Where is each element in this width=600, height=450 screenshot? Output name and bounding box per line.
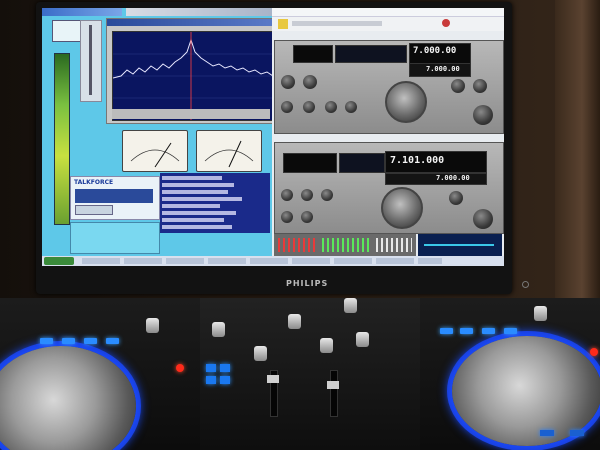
right-deck-button[interactable] bbox=[460, 328, 473, 334]
radio-bottom-main-dial[interactable] bbox=[381, 187, 423, 229]
radio-top-status-lcd bbox=[335, 45, 407, 63]
right-deck-button[interactable] bbox=[440, 328, 453, 334]
radio-top-knob[interactable] bbox=[303, 101, 315, 113]
radio-top-knob[interactable] bbox=[325, 101, 337, 113]
record-button[interactable] bbox=[176, 364, 184, 372]
radio-top: 7.000.00 7.000.00 bbox=[274, 40, 504, 134]
taskbar-items[interactable] bbox=[82, 258, 442, 264]
cue-pad[interactable] bbox=[206, 364, 216, 372]
s-meter-left bbox=[122, 130, 188, 172]
spectrum-titlebar bbox=[107, 19, 275, 26]
radio-top-main-dial[interactable] bbox=[385, 81, 427, 123]
cue-pad[interactable] bbox=[220, 364, 230, 372]
spectrum-controls-row bbox=[112, 109, 270, 119]
mixer-knob[interactable] bbox=[344, 298, 357, 313]
radio-bottom-sub-lcd: 7.000.00 bbox=[385, 173, 487, 185]
volume-slider-panel bbox=[80, 20, 102, 102]
channel-fader[interactable] bbox=[327, 370, 339, 417]
lower-panel bbox=[70, 222, 160, 254]
left-tabs-bar bbox=[126, 8, 272, 16]
level-meter-bar bbox=[54, 53, 70, 225]
left-application-window: TALKFORCE bbox=[42, 8, 276, 266]
radio-bottom-status-lcd bbox=[339, 153, 385, 173]
radio-top-knob[interactable] bbox=[303, 75, 317, 89]
left-jog-wheel[interactable] bbox=[0, 346, 136, 450]
wooden-shelf bbox=[555, 0, 600, 300]
mixer-knob[interactable] bbox=[146, 318, 159, 333]
radio-bottom: 7.101.000 7.000.00 bbox=[274, 142, 504, 234]
cue-pad[interactable] bbox=[220, 376, 230, 384]
right-toolbar bbox=[272, 17, 504, 31]
left-titlebar bbox=[42, 8, 122, 16]
mixer-knob[interactable] bbox=[320, 338, 333, 353]
dj-controller bbox=[0, 298, 600, 450]
radio-bottom-knob[interactable] bbox=[449, 191, 463, 205]
left-deck-button[interactable] bbox=[62, 338, 75, 344]
right-red-led bbox=[590, 348, 598, 356]
right-deck-button[interactable] bbox=[540, 430, 554, 436]
fader-cap[interactable] bbox=[267, 375, 279, 383]
radio-top-knob[interactable] bbox=[473, 105, 493, 125]
radio-top-knob[interactable] bbox=[281, 75, 295, 89]
channel-fader[interactable] bbox=[267, 370, 279, 417]
mixer-knob[interactable] bbox=[254, 346, 267, 361]
radio-top-knob[interactable] bbox=[345, 101, 357, 113]
right-deck-button[interactable] bbox=[482, 328, 495, 334]
left-deck-button[interactable] bbox=[106, 338, 119, 344]
talkforce-display bbox=[75, 189, 153, 203]
radio-bottom-scope bbox=[283, 153, 337, 173]
radio-top-sub-frequency: 7.000.00 bbox=[426, 65, 460, 73]
audio-mixer-strip bbox=[274, 234, 416, 256]
talkforce-panel: TALKFORCE bbox=[70, 176, 160, 220]
radio-bottom-knob[interactable] bbox=[281, 189, 293, 201]
radio-bottom-knob[interactable] bbox=[321, 189, 333, 201]
taskbar bbox=[42, 256, 504, 266]
left-deck-button[interactable] bbox=[40, 338, 53, 344]
radio-bottom-knob[interactable] bbox=[301, 211, 313, 223]
radio-top-knob[interactable] bbox=[473, 79, 487, 93]
radio-top-freq-lcd: 7.000.00 bbox=[409, 43, 471, 65]
right-deck-button[interactable] bbox=[570, 430, 584, 436]
spectrum-window bbox=[106, 18, 276, 124]
radio-bottom-frequency: 7.101.000 bbox=[390, 155, 445, 166]
mixer-knob[interactable] bbox=[534, 306, 547, 321]
talkforce-button[interactable] bbox=[75, 205, 113, 215]
fader-cap[interactable] bbox=[327, 381, 339, 389]
s-meter-right bbox=[196, 130, 262, 172]
left-deck-button[interactable] bbox=[84, 338, 97, 344]
right-titlebar bbox=[272, 8, 504, 17]
talkforce-label: TALKFORCE bbox=[74, 179, 114, 186]
radio-bottom-knob[interactable] bbox=[281, 211, 293, 223]
photo-scene: PHILIPS TALKFORCE 7.000.00 7.000.00 7.10… bbox=[0, 0, 600, 450]
radio-bottom-freq-lcd: 7.101.000 bbox=[385, 151, 487, 173]
radio-top-frequency: 7.000.00 bbox=[413, 46, 457, 56]
monitor-power-button bbox=[522, 281, 529, 288]
radio-top-knob[interactable] bbox=[451, 79, 465, 93]
monitor-brand: PHILIPS bbox=[286, 279, 329, 288]
right-deck-button[interactable] bbox=[504, 328, 517, 334]
mixer-section bbox=[200, 298, 420, 450]
radio-bottom-knob[interactable] bbox=[473, 209, 493, 229]
mixer-knob[interactable] bbox=[288, 314, 301, 329]
start-button[interactable] bbox=[44, 257, 74, 265]
radio-bottom-knob[interactable] bbox=[301, 189, 313, 201]
spectrum-display bbox=[112, 31, 274, 121]
log-panel bbox=[160, 173, 270, 233]
radio-top-scope bbox=[293, 45, 333, 63]
waterfall-display bbox=[418, 234, 502, 256]
mixer-knob[interactable] bbox=[212, 322, 225, 337]
radio-top-knob[interactable] bbox=[281, 101, 293, 113]
monitor-screen: TALKFORCE 7.000.00 7.000.00 7.101.000 7.… bbox=[42, 8, 504, 266]
radio-bottom-sub-frequency: 7.000.00 bbox=[436, 174, 470, 182]
cue-pad[interactable] bbox=[206, 376, 216, 384]
mixer-knob[interactable] bbox=[356, 332, 369, 347]
radio-top-sub-lcd: 7.000.00 bbox=[409, 63, 471, 77]
radio-control-window: 7.000.00 7.000.00 7.101.000 7.000.00 bbox=[272, 8, 504, 256]
